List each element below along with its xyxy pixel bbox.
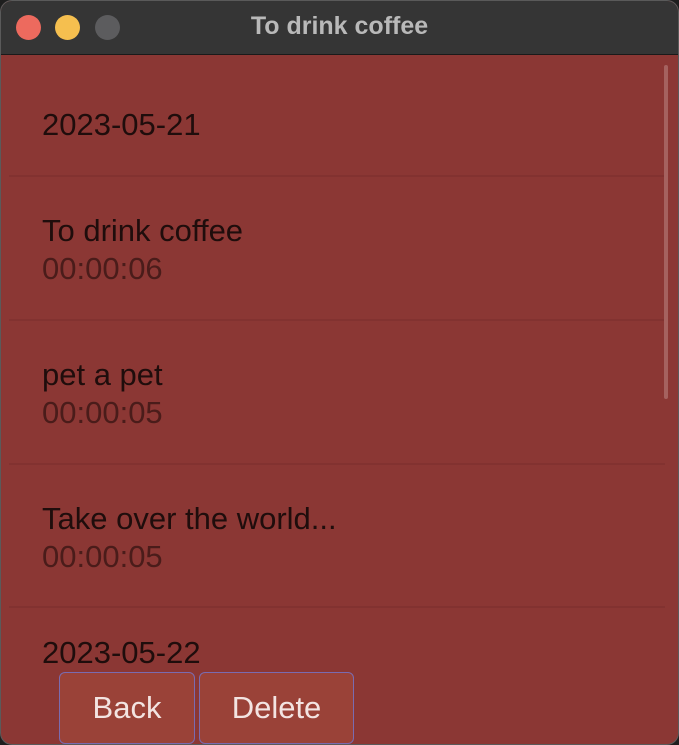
task-duration: 00:00:05 xyxy=(42,395,163,430)
back-button[interactable]: Back xyxy=(59,672,195,744)
divider xyxy=(9,606,665,608)
task-name: To drink coffee xyxy=(42,213,244,248)
task-name: Take over the world... xyxy=(42,501,337,536)
scrollbar[interactable] xyxy=(664,65,668,399)
task-duration: 00:00:06 xyxy=(42,251,163,286)
window-title: To drink coffee xyxy=(250,12,429,40)
app-window: To drink coffee 2023-05-21 To drink coff… xyxy=(0,0,679,745)
task-list[interactable]: 2023-05-21 To drink coffee 00:00:06 pet … xyxy=(1,55,678,744)
title-bar: To drink coffee xyxy=(1,1,678,55)
delete-button[interactable]: Delete xyxy=(199,672,354,744)
task-duration: 00:00:05 xyxy=(42,539,163,574)
date-header: 2023-05-21 xyxy=(42,107,201,142)
task-name: pet a pet xyxy=(42,357,163,392)
date-header: 2023-05-22 xyxy=(42,635,201,670)
